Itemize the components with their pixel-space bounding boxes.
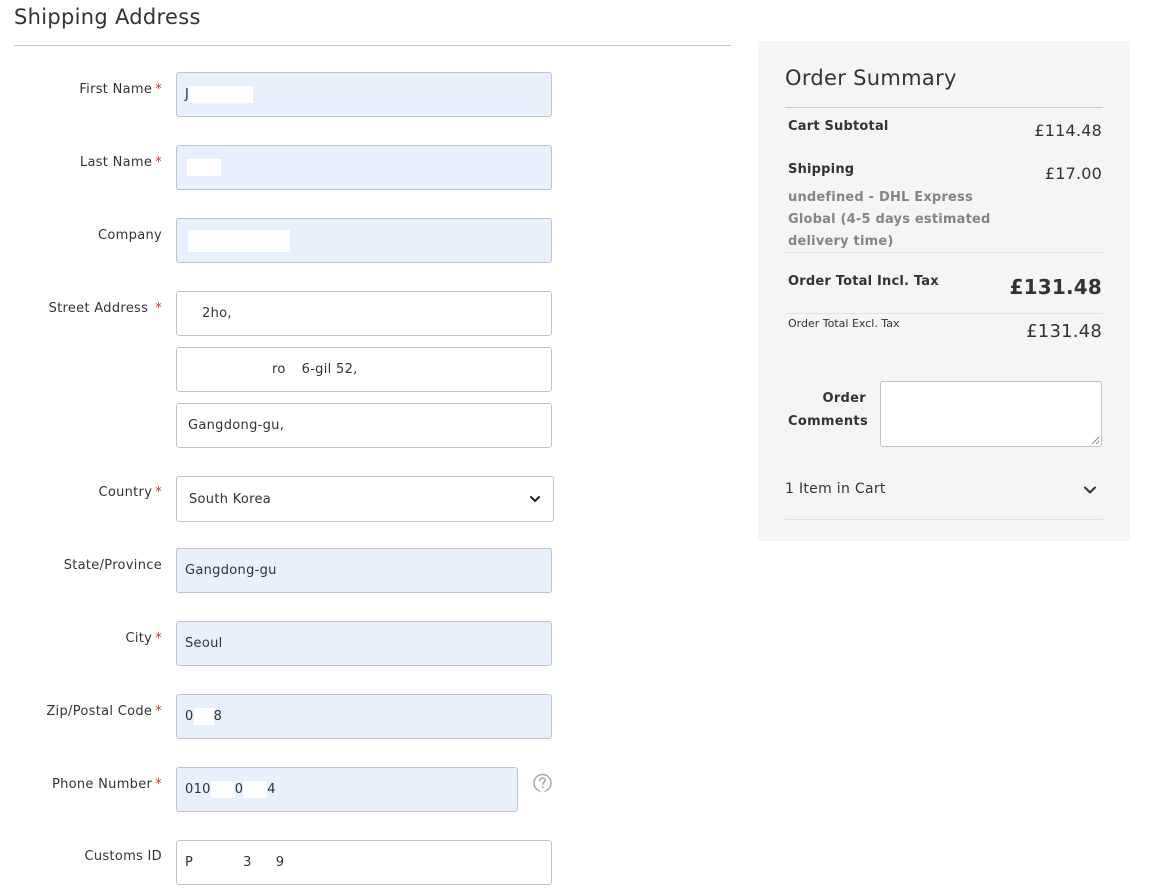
customs-id-label: Customs ID: [84, 849, 162, 864]
shipping-label: Shipping: [788, 162, 855, 177]
redaction-block: [193, 708, 214, 725]
city-input[interactable]: Seoul: [176, 621, 552, 666]
country-label-text: Country: [98, 485, 153, 500]
required-marker: *: [155, 155, 162, 170]
phone-number-input[interactable]: 010 0 4: [176, 767, 518, 812]
country-selected-value: South Korea: [189, 491, 272, 507]
cart-subtotal-label: Cart Subtotal: [788, 119, 889, 134]
summary-divider: [785, 519, 1103, 520]
page-title: Shipping Address: [14, 5, 201, 29]
required-marker: *: [155, 485, 162, 500]
phone-value-part: 4: [267, 782, 276, 797]
zip-postal-code-input[interactable]: 08: [176, 694, 552, 739]
company-label-text: Company: [98, 228, 162, 243]
required-marker: *: [155, 82, 162, 97]
shipping-value: £17.00: [1044, 164, 1102, 183]
first-name-input[interactable]: J: [176, 72, 552, 117]
resize-grip-icon[interactable]: [1091, 436, 1099, 444]
summary-divider: [785, 252, 1103, 253]
zip-value-part: 0: [185, 709, 194, 724]
street-address-line-2-input[interactable]: ro 6-gil 52,: [176, 347, 552, 392]
order-comments-label: Order Comments: [788, 391, 868, 429]
country-label: Country *: [98, 485, 162, 500]
state-province-value: Gangdong-gu: [185, 563, 277, 578]
street-address-label-text: Street Address: [48, 301, 149, 316]
state-province-input[interactable]: Gangdong-gu: [176, 548, 552, 593]
required-marker: *: [155, 301, 162, 316]
order-comments-textarea[interactable]: [880, 381, 1102, 447]
order-summary-panel: Order Summary Cart Subtotal £114.48 Ship…: [758, 41, 1130, 541]
street-address-line-1-input[interactable]: 2ho,: [176, 291, 552, 336]
order-total-excl-tax-value: £131.48: [1026, 321, 1102, 342]
redaction-block: [188, 229, 290, 252]
summary-divider: [785, 313, 1103, 314]
redaction-block: [210, 781, 235, 798]
order-total-excl-tax-label: Order Total Excl. Tax: [788, 317, 900, 330]
street-address-line-3-input[interactable]: Gangdong-gu,: [176, 403, 552, 448]
required-marker: *: [155, 631, 162, 646]
required-marker: *: [155, 704, 162, 719]
cart-subtotal-value: £114.48: [1034, 121, 1102, 140]
street-address-label: Street Address *: [49, 301, 162, 316]
title-divider: [14, 45, 731, 46]
phone-value-part: 0: [234, 782, 244, 797]
redaction-block: [243, 781, 268, 798]
help-circle-icon[interactable]: [532, 773, 553, 794]
zip-value-part: 8: [213, 709, 223, 724]
summary-divider: [785, 107, 1103, 108]
redaction-block: [189, 86, 254, 103]
zip-postal-code-label-text: Zip/Postal Code: [46, 704, 153, 719]
customs-id-label-text: Customs ID: [84, 849, 162, 864]
shipping-method-text: undefined - DHL Express Global (4-5 days…: [788, 190, 991, 249]
city-value: Seoul: [185, 636, 223, 651]
zip-postal-code-label: Zip/Postal Code *: [46, 704, 162, 719]
phone-value-part: 010: [185, 782, 211, 797]
items-in-cart-label: 1 Item in Cart: [785, 481, 886, 497]
chevron-down-icon: [1083, 483, 1097, 497]
country-select[interactable]: South Korea: [176, 476, 554, 522]
phone-number-label: Phone Number *: [52, 777, 162, 792]
company-label: Company: [98, 228, 162, 243]
street-line-2-value-part: ro: [272, 362, 286, 377]
first-name-label-text: First Name: [79, 82, 153, 97]
customs-value-part: P: [185, 855, 194, 870]
customs-value-part: 3: [243, 855, 252, 870]
order-summary-title: Order Summary: [785, 66, 957, 90]
customs-value-part: 9: [275, 855, 285, 870]
street-line-3-value: Gangdong-gu,: [188, 418, 285, 433]
first-name-label: First Name *: [79, 82, 162, 97]
state-province-label: State/Province: [64, 558, 162, 573]
last-name-input[interactable]: [176, 145, 552, 190]
street-line-1-value: 2ho,: [202, 306, 232, 321]
phone-number-label-text: Phone Number: [51, 777, 153, 792]
last-name-label: Last Name *: [80, 155, 162, 170]
city-label-text: City: [125, 631, 153, 646]
state-province-label-text: State/Province: [63, 558, 162, 573]
chevron-down-icon: [529, 493, 541, 505]
last-name-label-text: Last Name: [79, 155, 153, 170]
company-input[interactable]: [176, 218, 552, 263]
redaction-block: [187, 159, 221, 176]
items-in-cart-toggle[interactable]: 1 Item in Cart: [785, 481, 1103, 519]
order-total-incl-tax-label: Order Total Incl. Tax: [788, 274, 939, 289]
order-total-incl-tax-value: £131.48: [1009, 275, 1102, 299]
street-line-2-value-part: 6-gil 52,: [301, 362, 358, 377]
customs-id-input[interactable]: P 3 9: [176, 840, 552, 885]
city-label: City *: [126, 631, 163, 646]
required-marker: *: [155, 777, 162, 792]
